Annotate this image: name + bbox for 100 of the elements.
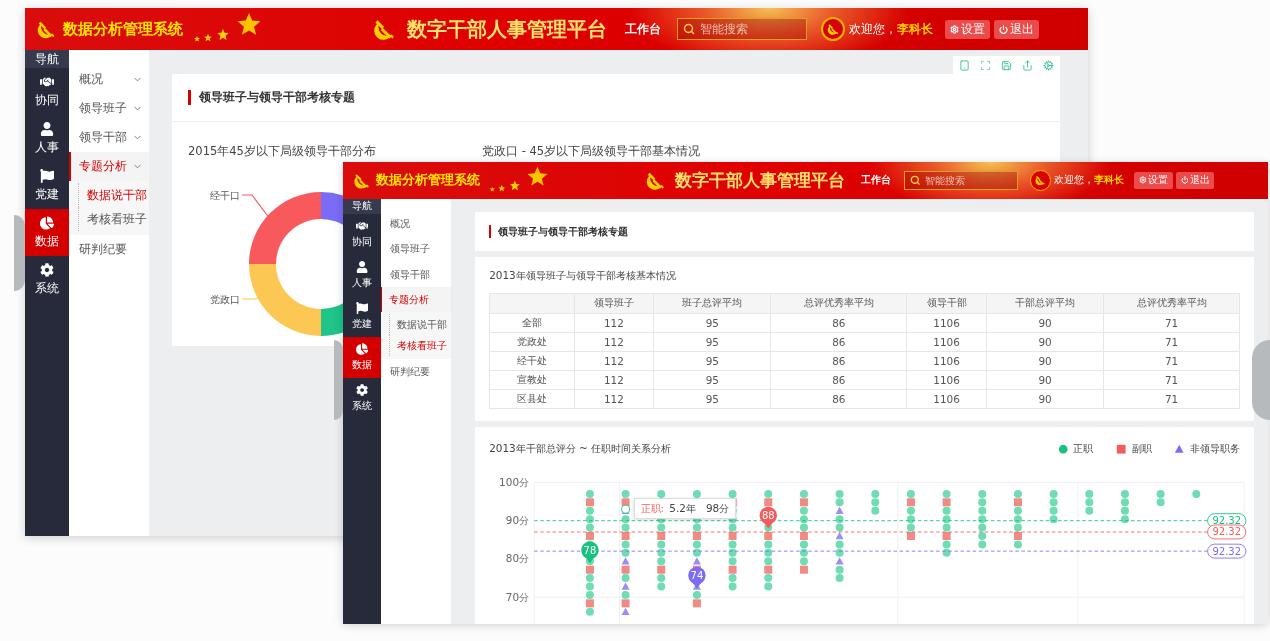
carousel-handle[interactable] xyxy=(1252,340,1270,420)
table-cell: 90 xyxy=(986,332,1104,352)
menu-item[interactable]: 领导班子 xyxy=(381,236,451,262)
menu-item[interactable]: 概况 xyxy=(69,65,149,94)
platform-title: 数字干部人事管理平台 xyxy=(407,15,607,43)
table-cell: 71 xyxy=(1103,389,1240,409)
table-cell: 90 xyxy=(986,370,1104,390)
user-icon xyxy=(356,261,369,274)
table-cell: 112 xyxy=(574,332,654,352)
table-title: 2013年领导班子与领导干部考核基本情况 xyxy=(489,268,677,283)
table-cell: 71 xyxy=(1103,351,1240,371)
table-cell: 71 xyxy=(1103,332,1240,352)
nav-item[interactable]: 系统 xyxy=(25,256,69,303)
system-title: 数据分析管理系统 xyxy=(63,19,183,39)
settings-icon xyxy=(950,24,959,34)
expand-icon[interactable] xyxy=(980,59,991,71)
table-cell: 71 xyxy=(1103,313,1240,333)
row-label: 宣教处 xyxy=(489,370,574,390)
table-cell: 112 xyxy=(574,313,654,333)
table-cell: 90 xyxy=(986,389,1104,409)
emblem-icon xyxy=(826,22,840,36)
menu-item[interactable]: 领导干部 xyxy=(69,123,149,152)
table-cell: 95 xyxy=(653,313,771,333)
reference-label: 92.32 xyxy=(1207,524,1247,540)
workbench-link[interactable]: 工作台 xyxy=(625,20,661,38)
chart-label: 经干口 xyxy=(210,190,240,201)
table-cell: 86 xyxy=(770,370,907,390)
legend-label: 正职 xyxy=(1073,442,1094,457)
leader-line xyxy=(241,194,271,220)
legend-label: 非领导职务 xyxy=(1190,442,1240,457)
axis-label: 70分 xyxy=(505,590,530,603)
row-label: 党政处 xyxy=(489,332,574,352)
nav-item[interactable]: 党建 xyxy=(25,162,69,209)
menu-item[interactable]: 研判纪要 xyxy=(381,359,451,385)
table-cell: 90 xyxy=(986,313,1104,333)
page-title: 领导班子与领导干部考核专题 xyxy=(188,90,355,105)
table-header: 领导班子 xyxy=(574,293,654,314)
settings-button[interactable]: 设置 xyxy=(1134,172,1173,189)
table-cell: 86 xyxy=(770,351,907,371)
logout-button[interactable]: 退出 xyxy=(994,19,1039,39)
nav-item[interactable]: 人事 xyxy=(343,255,382,296)
table-cell: 112 xyxy=(574,351,654,371)
carousel-handle[interactable] xyxy=(14,215,25,291)
table-header: 干部总评平均 xyxy=(986,293,1104,314)
logout-button[interactable]: 退出 xyxy=(1176,172,1215,189)
legend-label: 副职 xyxy=(1131,442,1152,457)
section-title: 2015年45岁以下局级领导干部分布 xyxy=(188,144,377,159)
score-pin: 88 xyxy=(759,506,778,529)
system-title: 数据分析管理系统 xyxy=(376,171,481,190)
nav-item[interactable]: 数据 xyxy=(343,336,382,378)
menu-item[interactable]: 研判纪要 xyxy=(69,235,149,264)
submenu-item[interactable]: 数据说干部 xyxy=(389,314,451,336)
user-name: 李科长 xyxy=(897,20,933,38)
user-icon xyxy=(40,121,54,136)
table-cell: 1106 xyxy=(906,332,987,352)
table-cell: 95 xyxy=(653,389,771,409)
emblem-icon xyxy=(1034,174,1047,187)
settings-button[interactable]: 设置 xyxy=(945,19,990,39)
table-cell: 86 xyxy=(770,313,907,333)
table-cell: 112 xyxy=(574,370,654,390)
greeting-text: 欢迎您， xyxy=(1054,173,1095,188)
nav-item[interactable]: 协同 xyxy=(343,214,382,256)
table-cell: 1106 xyxy=(906,313,987,333)
settings-icon[interactable] xyxy=(1043,59,1054,71)
nav-item[interactable]: 系统 xyxy=(343,377,382,419)
menu-item[interactable]: 领导班子 xyxy=(69,94,149,123)
menu-item[interactable]: 领导干部 xyxy=(381,262,451,288)
score-pin: 78 xyxy=(581,541,599,564)
workbench-link[interactable]: 工作台 xyxy=(860,173,891,188)
tablet-icon[interactable] xyxy=(959,59,970,71)
nav-item[interactable]: 人事 xyxy=(25,115,69,162)
menu-item[interactable]: 专题分析 xyxy=(381,287,451,313)
carousel-handle[interactable] xyxy=(334,340,343,420)
nav-item[interactable]: 党建 xyxy=(343,295,382,337)
table-header: 领导干部 xyxy=(906,293,987,314)
platform-title: 数字干部人事管理平台 xyxy=(674,169,845,193)
nav-item[interactable]: 数据 xyxy=(25,209,69,256)
power-icon xyxy=(999,24,1008,34)
submenu-item[interactable]: 考核看班子 xyxy=(78,207,149,231)
submenu-item[interactable]: 考核看班子 xyxy=(389,335,451,356)
save-icon[interactable] xyxy=(1001,59,1012,71)
settings-icon xyxy=(1138,176,1147,185)
menu-item[interactable]: 概况 xyxy=(381,211,451,237)
share-icon[interactable] xyxy=(1022,59,1033,71)
search-field[interactable]: 智能搜索 xyxy=(677,18,807,40)
row-label: 经干处 xyxy=(489,351,574,371)
menu-item[interactable]: 专题分析 xyxy=(69,152,149,181)
table-cell: 95 xyxy=(653,332,771,352)
table-cell: 1106 xyxy=(906,389,987,409)
gear-icon xyxy=(356,383,369,396)
nav-item[interactable]: 协同 xyxy=(25,68,69,115)
axis-label: 90分 xyxy=(505,514,530,527)
section-title: 党政口 - 45岁以下局级领导干部基本情况 xyxy=(482,144,702,159)
search-field[interactable]: 智能搜索 xyxy=(904,170,1018,190)
power-icon xyxy=(1180,176,1189,185)
submenu-item[interactable]: 数据说干部 xyxy=(78,183,149,207)
table-cell: 86 xyxy=(770,332,907,352)
table-cell: 95 xyxy=(653,370,771,390)
axis-label: 80分 xyxy=(505,552,530,565)
user-name: 李科长 xyxy=(1094,173,1125,188)
